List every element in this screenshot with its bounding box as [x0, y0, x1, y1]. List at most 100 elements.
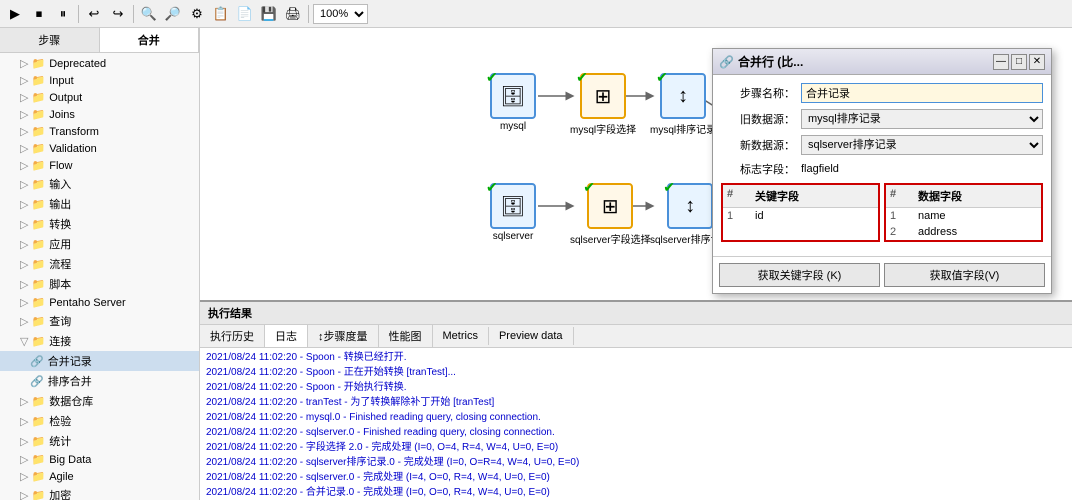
sidebar-item-label: Validation — [49, 143, 97, 155]
sidebar-item-icon: ▷ 📁 — [20, 91, 45, 104]
sidebar-item-加密[interactable]: ▷ 📁加密 — [0, 485, 199, 500]
sidebar-item-排序合并[interactable]: 🔗排序合并 — [0, 371, 199, 391]
sidebar-item-label: 连接 — [49, 333, 71, 349]
sidebar-item-label: Input — [49, 75, 73, 87]
sidebar-item-label: 检验 — [49, 413, 71, 429]
results-log: 2021/08/24 11:02:20 - Spoon - 转换已经打开.202… — [200, 348, 1072, 500]
dialog-key-row1-num: 1 — [727, 210, 747, 222]
sidebar-item-数据仓库[interactable]: ▷ 📁数据仓库 — [0, 391, 199, 411]
dialog-maximize-btn[interactable]: □ — [1011, 54, 1027, 70]
toolbar-btn-zoom-out[interactable]: 🔎 — [162, 3, 184, 25]
results-tab-0[interactable]: 执行历史 — [200, 325, 265, 347]
toolbar-btn-print[interactable]: 🖨 — [282, 3, 304, 25]
sidebar-item-label: Output — [49, 92, 82, 104]
sidebar-item-应用[interactable]: ▷ 📁应用 — [0, 234, 199, 254]
toolbar-btn-copy[interactable]: 📋 — [210, 3, 232, 25]
dialog-content: 步骤名称： 旧数据源： mysql排序记录sqlserver排序记录 新数据源：… — [713, 75, 1051, 256]
sidebar-item-Deprecated[interactable]: ▷ 📁Deprecated — [0, 55, 199, 72]
results-tab-4[interactable]: Metrics — [433, 327, 489, 345]
node-mysql-field[interactable]: ✔ ⊞ mysql字段选择 — [570, 73, 636, 136]
sidebar-item-Transform[interactable]: ▷ 📁Transform — [0, 123, 199, 140]
main-layout: 步骤 合并 ▷ 📁Deprecated▷ 📁Input▷ 📁Output▷ 📁J… — [0, 28, 1072, 500]
dialog-key-row-1[interactable]: 1 id — [723, 208, 878, 224]
sidebar-tab-merge[interactable]: 合并 — [100, 28, 200, 52]
sidebar-item-统计[interactable]: ▷ 📁统计 — [0, 431, 199, 451]
sidebar-item-查询[interactable]: ▷ 📁查询 — [0, 311, 199, 331]
sidebar-item-检验[interactable]: ▷ 📁 检验 — [0, 411, 199, 431]
toolbar-btn-settings[interactable]: ⚙ — [186, 3, 208, 25]
results-tabs: 执行历史日志↕步骤度量性能图MetricsPreview data — [200, 325, 1072, 348]
toolbar-btn-redo[interactable]: ↪ — [107, 3, 129, 25]
sidebar-item-Big-Data[interactable]: ▷ 📁Big Data — [0, 451, 199, 468]
node-mysql-sort[interactable]: ✔ ↕ mysql排序记录 — [650, 73, 716, 136]
sidebar-item-label: Flow — [49, 160, 72, 172]
sidebar-item-合并记录[interactable]: 🔗合并记录 — [0, 351, 199, 371]
results-tab-5[interactable]: Preview data — [489, 327, 574, 345]
log-line: 2021/08/24 11:02:20 - mysql.0 - Finished… — [206, 410, 1066, 425]
node-mysql-check: ✔ — [486, 69, 498, 86]
main-toolbar: ▶ ⏹ ⏸ ↩ ↪ 🔍 🔎 ⚙ 📋 📄 💾 🖨 100% 75% 50% 125… — [0, 0, 1072, 28]
sidebar-item-Validation[interactable]: ▷ 📁Validation — [0, 140, 199, 157]
sidebar-item-流程[interactable]: ▷ 📁流程 — [0, 254, 199, 274]
sidebar-item-icon: ▷ 📁 — [20, 489, 45, 500]
toolbar-btn-stop[interactable]: ⏹ — [28, 3, 50, 25]
node-sqlserver-field[interactable]: ✔ ⊞ sqlserver字段选择 — [570, 183, 651, 246]
results-tab-3[interactable]: 性能图 — [379, 325, 433, 347]
log-line: 2021/08/24 11:02:20 - Spoon - 开始执行转换. — [206, 380, 1066, 395]
dialog-data-row-1[interactable]: 1 name — [886, 208, 1041, 224]
sidebar-item-转换[interactable]: ▷ 📁 转换 — [0, 214, 199, 234]
sidebar-item-label: 脚本 — [49, 276, 71, 292]
dialog-get-key-btn[interactable]: 获取关键字段 (K) — [719, 263, 880, 287]
sidebar-item-icon: ▷ 📁 — [20, 415, 45, 428]
canvas[interactable]: → → ✔ 🗄 mysql ✔ ⊞ mysql字段选择 — [200, 28, 1072, 300]
dialog-data-table: # 数据字段 1 name 2 address — [884, 183, 1043, 242]
toolbar-btn-undo[interactable]: ↩ — [83, 3, 105, 25]
sidebar-item-Output[interactable]: ▷ 📁 Output — [0, 89, 199, 106]
sidebar-item-label: 输入 — [49, 176, 71, 192]
node-sqlserver-sort-icon: ↕ — [685, 195, 695, 218]
sidebar-item-label: 流程 — [49, 256, 71, 272]
sidebar-item-脚本[interactable]: ▷ 📁脚本 — [0, 274, 199, 294]
results-panel: 执行结果 执行历史日志↕步骤度量性能图MetricsPreview data 2… — [200, 300, 1072, 500]
dialog-newsource-select[interactable]: mysql排序记录sqlserver排序记录 — [801, 135, 1043, 155]
sidebar-item-输出[interactable]: ▷ 📁输出 — [0, 194, 199, 214]
zoom-select[interactable]: 100% 75% 50% 125% — [313, 4, 368, 24]
dialog-flag-label: 标志字段： — [721, 161, 801, 177]
toolbar-btn-pause[interactable]: ⏸ — [52, 3, 74, 25]
sidebar-item-icon: ▽ 📁 — [20, 335, 45, 348]
node-mysql[interactable]: ✔ 🗄 mysql — [490, 73, 536, 132]
dialog-minimize-btn[interactable]: — — [993, 54, 1009, 70]
toolbar-btn-play[interactable]: ▶ — [4, 3, 26, 25]
sidebar-tab-steps[interactable]: 步骤 — [0, 28, 100, 52]
sidebar-item-label: Joins — [49, 109, 75, 121]
sidebar-item-Joins[interactable]: ▷ 📁Joins — [0, 106, 199, 123]
log-line: 2021/08/24 11:02:20 - 合并记录.0 - 完成处理 (I=0… — [206, 485, 1066, 500]
toolbar-btn-save[interactable]: 💾 — [258, 3, 280, 25]
sidebar-item-Input[interactable]: ▷ 📁Input — [0, 72, 199, 89]
toolbar-btn-new[interactable]: 📄 — [234, 3, 256, 25]
toolbar-btn-zoom-in[interactable]: 🔍 — [138, 3, 160, 25]
node-mysql-sort-label: mysql排序记录 — [650, 121, 716, 136]
log-line: 2021/08/24 11:02:20 - tranTest - 为了转换解除补… — [206, 395, 1066, 410]
results-tab-2[interactable]: ↕步骤度量 — [308, 325, 379, 347]
sidebar-item-Pentaho-Server[interactable]: ▷ 📁Pentaho Server — [0, 294, 199, 311]
sidebar-item-Flow[interactable]: ▷ 📁Flow — [0, 157, 199, 174]
sidebar-item-Agile[interactable]: ▷ 📁Agile — [0, 468, 199, 485]
sidebar-item-icon: ▷ 📁 — [20, 218, 45, 231]
node-sqlserver[interactable]: ✔ 🗄 sqlserver — [490, 183, 536, 242]
results-tab-1[interactable]: 日志 — [265, 325, 308, 347]
sidebar-item-label: 转换 — [49, 216, 71, 232]
dialog-close-btn[interactable]: ✕ — [1029, 54, 1045, 70]
sidebar-item-输入[interactable]: ▷ 📁输入 — [0, 174, 199, 194]
toolbar-sep-3 — [308, 5, 309, 23]
log-line: 2021/08/24 11:02:20 - Spoon - 正在开始转换 [tr… — [206, 365, 1066, 380]
dialog-oldsource-select[interactable]: mysql排序记录sqlserver排序记录 — [801, 109, 1043, 129]
dialog-stepname-input[interactable] — [801, 83, 1043, 103]
sidebar-item-label: 数据仓库 — [49, 393, 93, 409]
dialog-key-col2-header: 关键字段 — [755, 188, 874, 204]
node-sqlserver-check: ✔ — [486, 179, 498, 196]
dialog-data-row-2[interactable]: 2 address — [886, 224, 1041, 240]
dialog-get-data-btn[interactable]: 获取值字段(V) — [884, 263, 1045, 287]
dialog-key-row1-field: id — [755, 210, 874, 222]
sidebar-item-连接[interactable]: ▽ 📁 连接 — [0, 331, 199, 351]
